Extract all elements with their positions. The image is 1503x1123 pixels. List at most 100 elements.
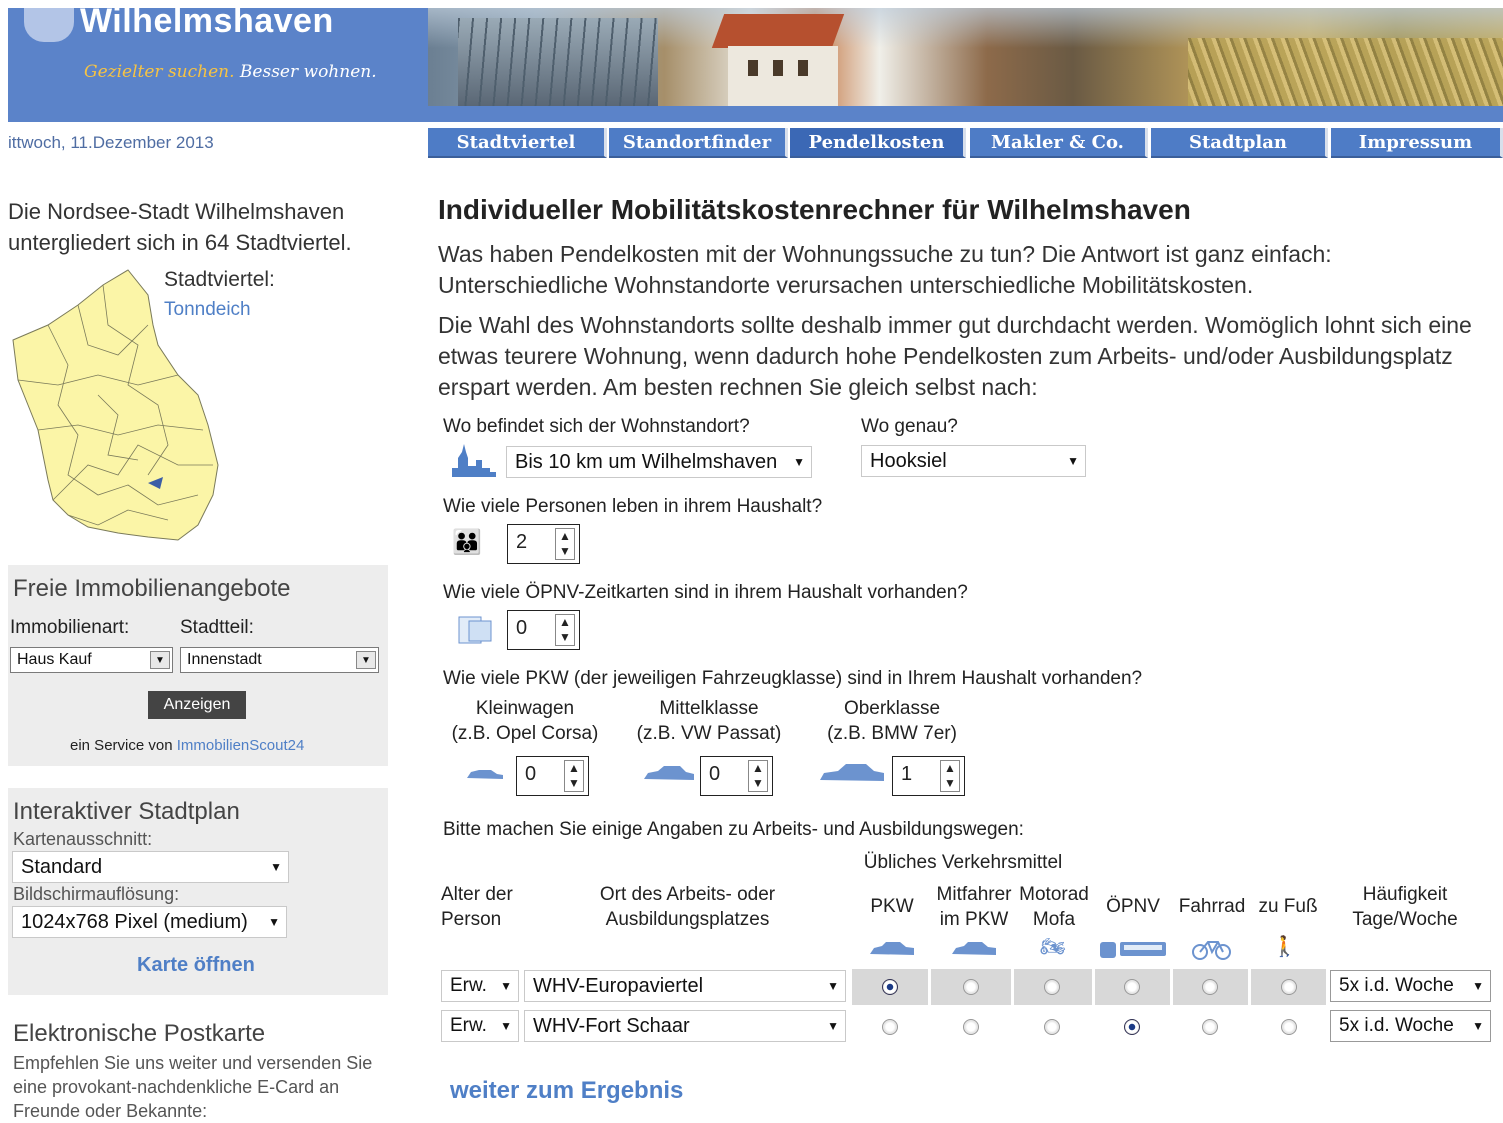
row2-freq-select[interactable]: 5x i.d. Woche ▼ bbox=[1330, 1010, 1491, 1042]
page-title: Individueller Mobilitätskostenrechner fü… bbox=[438, 194, 1191, 225]
caret-down-icon: ▼ bbox=[827, 979, 839, 993]
row1-freq-value: 5x i.d. Woche bbox=[1339, 975, 1454, 996]
row2-cell-fahrrad bbox=[1173, 1009, 1248, 1045]
map-section-select[interactable]: Standard ▼ bbox=[12, 851, 289, 883]
car-class-name: Oberklasse bbox=[843, 698, 941, 719]
mode-header-mitfahrer: Mitfahrer im PKW bbox=[936, 884, 1012, 930]
col-place-header: Ort des Arbeits- oder Ausbildungsplatzes bbox=[599, 884, 776, 930]
bicycle-icon bbox=[1192, 941, 1231, 960]
family-icon: 👪 bbox=[452, 529, 482, 556]
caret-down-icon: ▼ bbox=[1067, 454, 1079, 468]
row1-cell-pkw bbox=[852, 969, 928, 1005]
row1-radio-mitfahrer[interactable] bbox=[963, 979, 979, 995]
caret-down-icon: ▼ bbox=[270, 860, 282, 874]
current-date: ittwoch, 11.Dezember 2013 bbox=[8, 133, 214, 152]
row2-age-select[interactable]: Erw. ▼ bbox=[441, 1010, 519, 1042]
row2-radio-oepnv[interactable] bbox=[1124, 1019, 1140, 1035]
car-class-example: (z.B. Opel Corsa) bbox=[451, 723, 599, 744]
stepper-arrows-icon[interactable]: ▲ ▼ bbox=[940, 760, 960, 792]
cards-stepper[interactable]: 0 ▲ ▼ bbox=[507, 610, 580, 650]
row1-radio-zufuss[interactable] bbox=[1281, 979, 1297, 995]
service-prefix: ein Service von bbox=[70, 737, 177, 754]
where-value: Hooksiel bbox=[870, 450, 947, 472]
district-label: Stadtviertel: bbox=[164, 268, 275, 291]
cars-question: Wie viele PKW (der jeweiligen Fahrzeugkl… bbox=[443, 668, 1143, 689]
row1-radio-fahrrad[interactable] bbox=[1202, 979, 1218, 995]
medium-car-stepper[interactable]: 0 ▲ ▼ bbox=[700, 756, 773, 796]
small-car-icon bbox=[467, 770, 503, 779]
city-skyline-icon bbox=[452, 444, 496, 477]
caret-down-icon: ▼ bbox=[500, 979, 512, 993]
col-age-header: Alter der Person bbox=[441, 884, 513, 930]
mode-header-oepnv: ÖPNV bbox=[1106, 896, 1160, 917]
next-result-link[interactable]: weiter zum Ergebnis bbox=[450, 1077, 683, 1105]
map-section-value: Standard bbox=[21, 856, 103, 878]
mode-header-fahrrad: Fahrrad bbox=[1178, 896, 1246, 917]
row1-place-value: WHV-Europaviertel bbox=[533, 975, 704, 997]
nav-tab-standortfinder[interactable]: Standortfinder bbox=[609, 128, 788, 158]
row1-age-select[interactable]: Erw. ▼ bbox=[441, 970, 519, 1002]
row2-radio-fahrrad[interactable] bbox=[1202, 1019, 1218, 1035]
row2-radio-pkw[interactable] bbox=[882, 1019, 898, 1035]
where-question: Wo genau? bbox=[861, 416, 958, 437]
row2-radio-motorrad[interactable] bbox=[1044, 1019, 1060, 1035]
mode-header-motorrad: Motorad Mofa bbox=[1019, 884, 1089, 930]
nav-tab-pendelkosten[interactable]: Pendelkosten bbox=[790, 128, 966, 158]
caret-down-icon: ▼ bbox=[1472, 979, 1484, 993]
sidebar-intro: Die Nordsee-Stadt Wilhelmshaven untergli… bbox=[8, 199, 352, 255]
stepper-arrows-icon[interactable]: ▲ ▼ bbox=[748, 760, 768, 792]
citymap-title: Interaktiver Stadtplan bbox=[13, 798, 240, 825]
resolution-select[interactable]: 1024x768 Pixel (medium) ▼ bbox=[12, 906, 287, 938]
modes-header: Übliches Verkehrsmittel bbox=[863, 852, 1063, 873]
row1-radio-oepnv[interactable] bbox=[1124, 979, 1140, 995]
large-car-value: 1 bbox=[901, 763, 913, 785]
row2-radio-mitfahrer[interactable] bbox=[963, 1019, 979, 1035]
district-link[interactable]: Tonndeich bbox=[164, 299, 251, 321]
large-car-stepper[interactable]: 1 ▲ ▼ bbox=[892, 756, 965, 796]
immo-type-select[interactable]: Haus Kauf ▼ bbox=[10, 647, 173, 673]
open-map-link[interactable]: Karte öffnen bbox=[137, 954, 255, 977]
row2-place-select[interactable]: WHV-Fort Schaar ▼ bbox=[524, 1010, 846, 1042]
slogan-part1: Gezielter suchen. bbox=[84, 62, 235, 82]
dropdown-arrow-icon: ▼ bbox=[356, 651, 376, 669]
nav-tab-stadtplan[interactable]: Stadtplan bbox=[1151, 128, 1328, 158]
resolution-label: Bildschirmauflösung: bbox=[13, 884, 180, 904]
immo-district-select[interactable]: Innenstadt ▼ bbox=[180, 647, 379, 673]
location-question: Wo befindet sich der Wohnstandort? bbox=[443, 416, 750, 437]
row1-freq-select[interactable]: 5x i.d. Woche ▼ bbox=[1330, 970, 1491, 1002]
row1-radio-pkw[interactable] bbox=[882, 979, 898, 995]
site-title[interactable]: Wilhelmshaven bbox=[80, 2, 334, 41]
large-car-icon bbox=[820, 764, 884, 781]
persons-stepper[interactable]: 2 ▲ ▼ bbox=[507, 524, 580, 564]
row2-cell-motorrad bbox=[1014, 1009, 1092, 1045]
car-class-name: Kleinwagen bbox=[475, 698, 575, 719]
logo-icon bbox=[24, 8, 74, 42]
row2-radio-zufuss[interactable] bbox=[1281, 1019, 1297, 1035]
car-class-example: (z.B. BMW 7er) bbox=[827, 723, 957, 744]
stepper-arrows-icon[interactable]: ▲ ▼ bbox=[555, 614, 575, 646]
immo-type-label: Immobilienart: bbox=[10, 617, 130, 638]
where-select[interactable]: Hooksiel ▼ bbox=[861, 445, 1086, 477]
service-note: ein Service von ImmobilienScout24 bbox=[70, 737, 304, 754]
location-select[interactable]: Bis 10 km um Wilhelmshaven ▼ bbox=[506, 446, 812, 478]
show-listings-button[interactable]: Anzeigen bbox=[148, 691, 246, 719]
car-icon bbox=[870, 942, 914, 955]
immo-type-value: Haus Kauf bbox=[17, 651, 92, 668]
site-slogan: Gezielter suchen. Besser wohnen. bbox=[84, 62, 377, 82]
row1-place-select[interactable]: WHV-Europaviertel ▼ bbox=[524, 970, 846, 1002]
caret-down-icon: ▼ bbox=[827, 1019, 839, 1033]
immoscout-link[interactable]: ImmobilienScout24 bbox=[177, 737, 305, 754]
cards-value: 0 bbox=[516, 617, 528, 639]
nav-tab-makler[interactable]: Makler & Co. bbox=[970, 128, 1148, 158]
small-car-stepper[interactable]: 0 ▲ ▼ bbox=[516, 756, 589, 796]
nav-tab-impressum[interactable]: Impressum bbox=[1331, 128, 1503, 158]
nav-tab-stadtviertel[interactable]: Stadtviertel bbox=[428, 128, 607, 158]
row1-radio-motorrad[interactable] bbox=[1044, 979, 1060, 995]
car-class-small: Kleinwagen (z.B. Opel Corsa) bbox=[440, 696, 610, 746]
location-value: Bis 10 km um Wilhelmshaven bbox=[515, 451, 778, 473]
stepper-arrows-icon[interactable]: ▲ ▼ bbox=[555, 528, 575, 560]
row2-freq-value: 5x i.d. Woche bbox=[1339, 1015, 1454, 1036]
stepper-arrows-icon[interactable]: ▲ ▼ bbox=[564, 760, 584, 792]
mode-header-zufuss: zu Fuß bbox=[1258, 896, 1318, 917]
immo-district-value: Innenstadt bbox=[187, 651, 262, 668]
